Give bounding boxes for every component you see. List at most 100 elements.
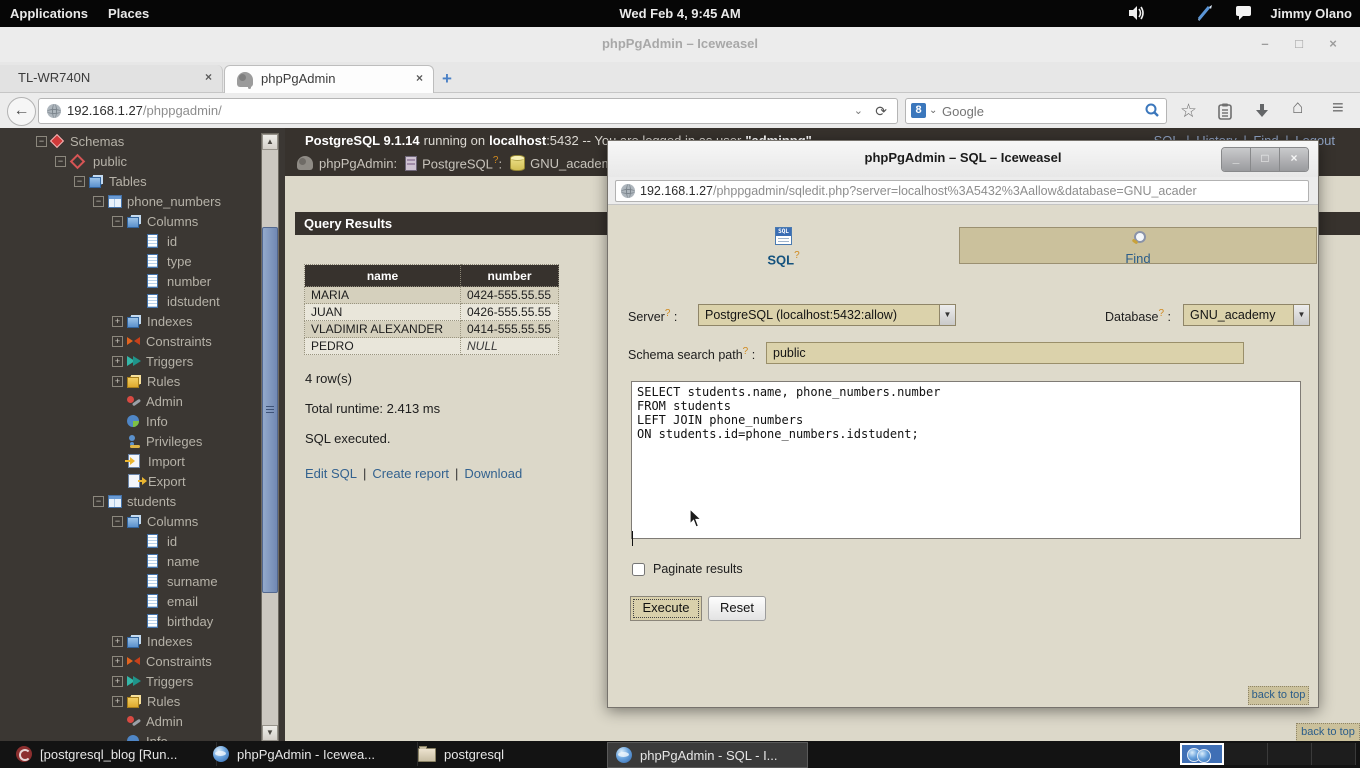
- tree-item-indexes[interactable]: +Indexes: [0, 631, 285, 651]
- downloads-icon[interactable]: [1254, 103, 1270, 119]
- bookmark-star-icon[interactable]: ☆: [1180, 100, 1197, 123]
- tree-item-triggers[interactable]: +Triggers: [0, 351, 285, 371]
- breadcrumb-database[interactable]: GNU_academy: [530, 156, 619, 171]
- dialog-maximize-button[interactable]: □: [1250, 148, 1279, 171]
- tree-expander-icon[interactable]: +: [112, 316, 123, 327]
- user-menu[interactable]: Jimmy Olano: [1270, 0, 1352, 27]
- tree-expander-icon[interactable]: +: [112, 356, 123, 367]
- edit-sql-link[interactable]: Edit SQL: [305, 466, 357, 481]
- tree-item-info[interactable]: Info: [0, 411, 285, 431]
- tree-expander-icon[interactable]: −: [74, 176, 85, 187]
- home-icon[interactable]: ⌂: [1292, 97, 1303, 119]
- search-magnifier-icon[interactable]: [1144, 102, 1160, 118]
- back-button[interactable]: ←: [7, 97, 36, 126]
- tree-expander-icon[interactable]: −: [93, 496, 104, 507]
- server-select[interactable]: PostgreSQL (localhost:5432:allow) ▼: [698, 304, 956, 326]
- back-to-top-link[interactable]: back to top: [1296, 723, 1360, 741]
- tree-expander-icon[interactable]: +: [112, 336, 123, 347]
- help-icon[interactable]: ?: [1159, 308, 1165, 319]
- workspace-1-active[interactable]: [1180, 743, 1224, 765]
- tree-item-phone-numbers[interactable]: −phone_numbers: [0, 191, 285, 211]
- schema-search-path-input[interactable]: [766, 342, 1244, 364]
- scroll-down-icon[interactable]: ▼: [262, 725, 278, 741]
- tree-item-export[interactable]: Export: [0, 471, 285, 491]
- search-bar[interactable]: 8 ⌄: [905, 98, 1167, 124]
- tree-item-admin[interactable]: Admin: [0, 391, 285, 411]
- workspace-4[interactable]: [1312, 743, 1356, 765]
- tree-item-idstudent[interactable]: idstudent: [0, 291, 285, 311]
- tree-expander-icon[interactable]: +: [112, 636, 123, 647]
- workspace-3[interactable]: [1268, 743, 1312, 765]
- dialog-back-to-top-link[interactable]: back to top: [1248, 686, 1309, 705]
- tree-expander-icon[interactable]: +: [112, 376, 123, 387]
- tree-expander-icon[interactable]: −: [112, 216, 123, 227]
- scroll-up-icon[interactable]: ▲: [262, 134, 278, 150]
- tree-item-tables[interactable]: −Tables: [0, 171, 285, 191]
- tree-expander-icon[interactable]: −: [36, 136, 47, 147]
- url-dropdown-icon[interactable]: ⌄: [854, 99, 863, 123]
- chat-bubble-icon[interactable]: [1236, 6, 1252, 21]
- tab-find[interactable]: Find: [959, 227, 1317, 264]
- tablet-stylus-icon[interactable]: [1196, 4, 1214, 22]
- download-link[interactable]: Download: [464, 466, 522, 481]
- tree-item-surname[interactable]: surname: [0, 571, 285, 591]
- window-close-button[interactable]: ×: [1322, 35, 1344, 55]
- tree-item-constraints[interactable]: +Constraints: [0, 651, 285, 671]
- tree-item-columns[interactable]: −Columns: [0, 211, 285, 231]
- scrollbar-thumb[interactable]: [262, 227, 278, 593]
- tree-item-indexes[interactable]: +Indexes: [0, 311, 285, 331]
- tab-close-icon[interactable]: ×: [416, 71, 423, 85]
- url-bar[interactable]: 192.168.1.27/phppgadmin/ ⌄ ⟳: [38, 98, 898, 124]
- tree-expander-icon[interactable]: −: [112, 516, 123, 527]
- tree-item-privileges[interactable]: Privileges: [0, 431, 285, 451]
- tree-expander-icon[interactable]: −: [93, 196, 104, 207]
- tab-phppgadmin[interactable]: phpPgAdmin ×: [224, 65, 434, 93]
- tree-expander-icon[interactable]: −: [55, 156, 66, 167]
- new-tab-button[interactable]: +: [442, 70, 452, 87]
- window-maximize-button[interactable]: □: [1288, 35, 1310, 55]
- dialog-url-bar[interactable]: 192.168.1.27/phppgadmin/sqledit.php?serv…: [615, 180, 1309, 202]
- tree-item-rules[interactable]: +Rules: [0, 371, 285, 391]
- google-engine-icon[interactable]: 8: [911, 103, 926, 118]
- tree-item-number[interactable]: number: [0, 271, 285, 291]
- dropdown-arrow-icon[interactable]: ▼: [939, 305, 955, 325]
- sql-query-textarea[interactable]: SELECT students.name, phone_numbers.numb…: [631, 381, 1301, 539]
- window-minimize-button[interactable]: –: [1254, 35, 1276, 55]
- breadcrumb-server[interactable]: PostgreSQL?:: [422, 155, 502, 171]
- tree-expander-icon[interactable]: +: [112, 676, 123, 687]
- tree-item-type[interactable]: type: [0, 251, 285, 271]
- reload-icon[interactable]: ⟳: [875, 99, 887, 123]
- dialog-minimize-button[interactable]: _: [1222, 148, 1250, 171]
- database-select[interactable]: GNU_academy ▼: [1183, 304, 1310, 326]
- menu-hamburger-icon[interactable]: ≡: [1332, 97, 1344, 120]
- tree-item-email[interactable]: email: [0, 591, 285, 611]
- tab-tl-wr740n[interactable]: TL-WR740N ×: [0, 65, 223, 92]
- taskbar-item-postgresql[interactable]: postgresql: [410, 742, 617, 766]
- tree-item-info[interactable]: Info: [0, 731, 285, 741]
- bookmarks-list-icon[interactable]: [1218, 103, 1232, 120]
- taskbar-item-phppgadmin-icewea-[interactable]: phpPgAdmin - Icewea...: [205, 742, 418, 766]
- panel-clock[interactable]: Wed Feb 4, 9:45 AM: [0, 0, 1360, 27]
- tree-item-students[interactable]: −students: [0, 491, 285, 511]
- tree-item-triggers[interactable]: +Triggers: [0, 671, 285, 691]
- tree-item-schemas[interactable]: −Schemas: [0, 131, 285, 151]
- help-icon[interactable]: ?: [794, 250, 800, 261]
- help-icon[interactable]: ?: [743, 346, 749, 357]
- tree-scrollbar[interactable]: ▲ ▼: [261, 133, 279, 742]
- tab-sql[interactable]: SQL?: [608, 227, 959, 263]
- tree-item-import[interactable]: Import: [0, 451, 285, 471]
- reset-button[interactable]: Reset: [708, 596, 766, 621]
- dropdown-arrow-icon[interactable]: ▼: [1293, 305, 1309, 325]
- dialog-close-button[interactable]: ×: [1279, 148, 1308, 171]
- tree-item-rules[interactable]: +Rules: [0, 691, 285, 711]
- breadcrumb-app[interactable]: phpPgAdmin:: [319, 156, 397, 171]
- tree-item-id[interactable]: id: [0, 531, 285, 551]
- tree-item-constraints[interactable]: +Constraints: [0, 331, 285, 351]
- taskbar-item-phppgadmin-sql-i-[interactable]: phpPgAdmin - SQL - I...: [607, 742, 808, 768]
- tree-item-name[interactable]: name: [0, 551, 285, 571]
- create-report-link[interactable]: Create report: [372, 466, 449, 481]
- tree-expander-icon[interactable]: +: [112, 656, 123, 667]
- paginate-results-checkbox[interactable]: [632, 563, 645, 576]
- workspace-2[interactable]: [1224, 743, 1268, 765]
- volume-icon[interactable]: [1128, 5, 1146, 21]
